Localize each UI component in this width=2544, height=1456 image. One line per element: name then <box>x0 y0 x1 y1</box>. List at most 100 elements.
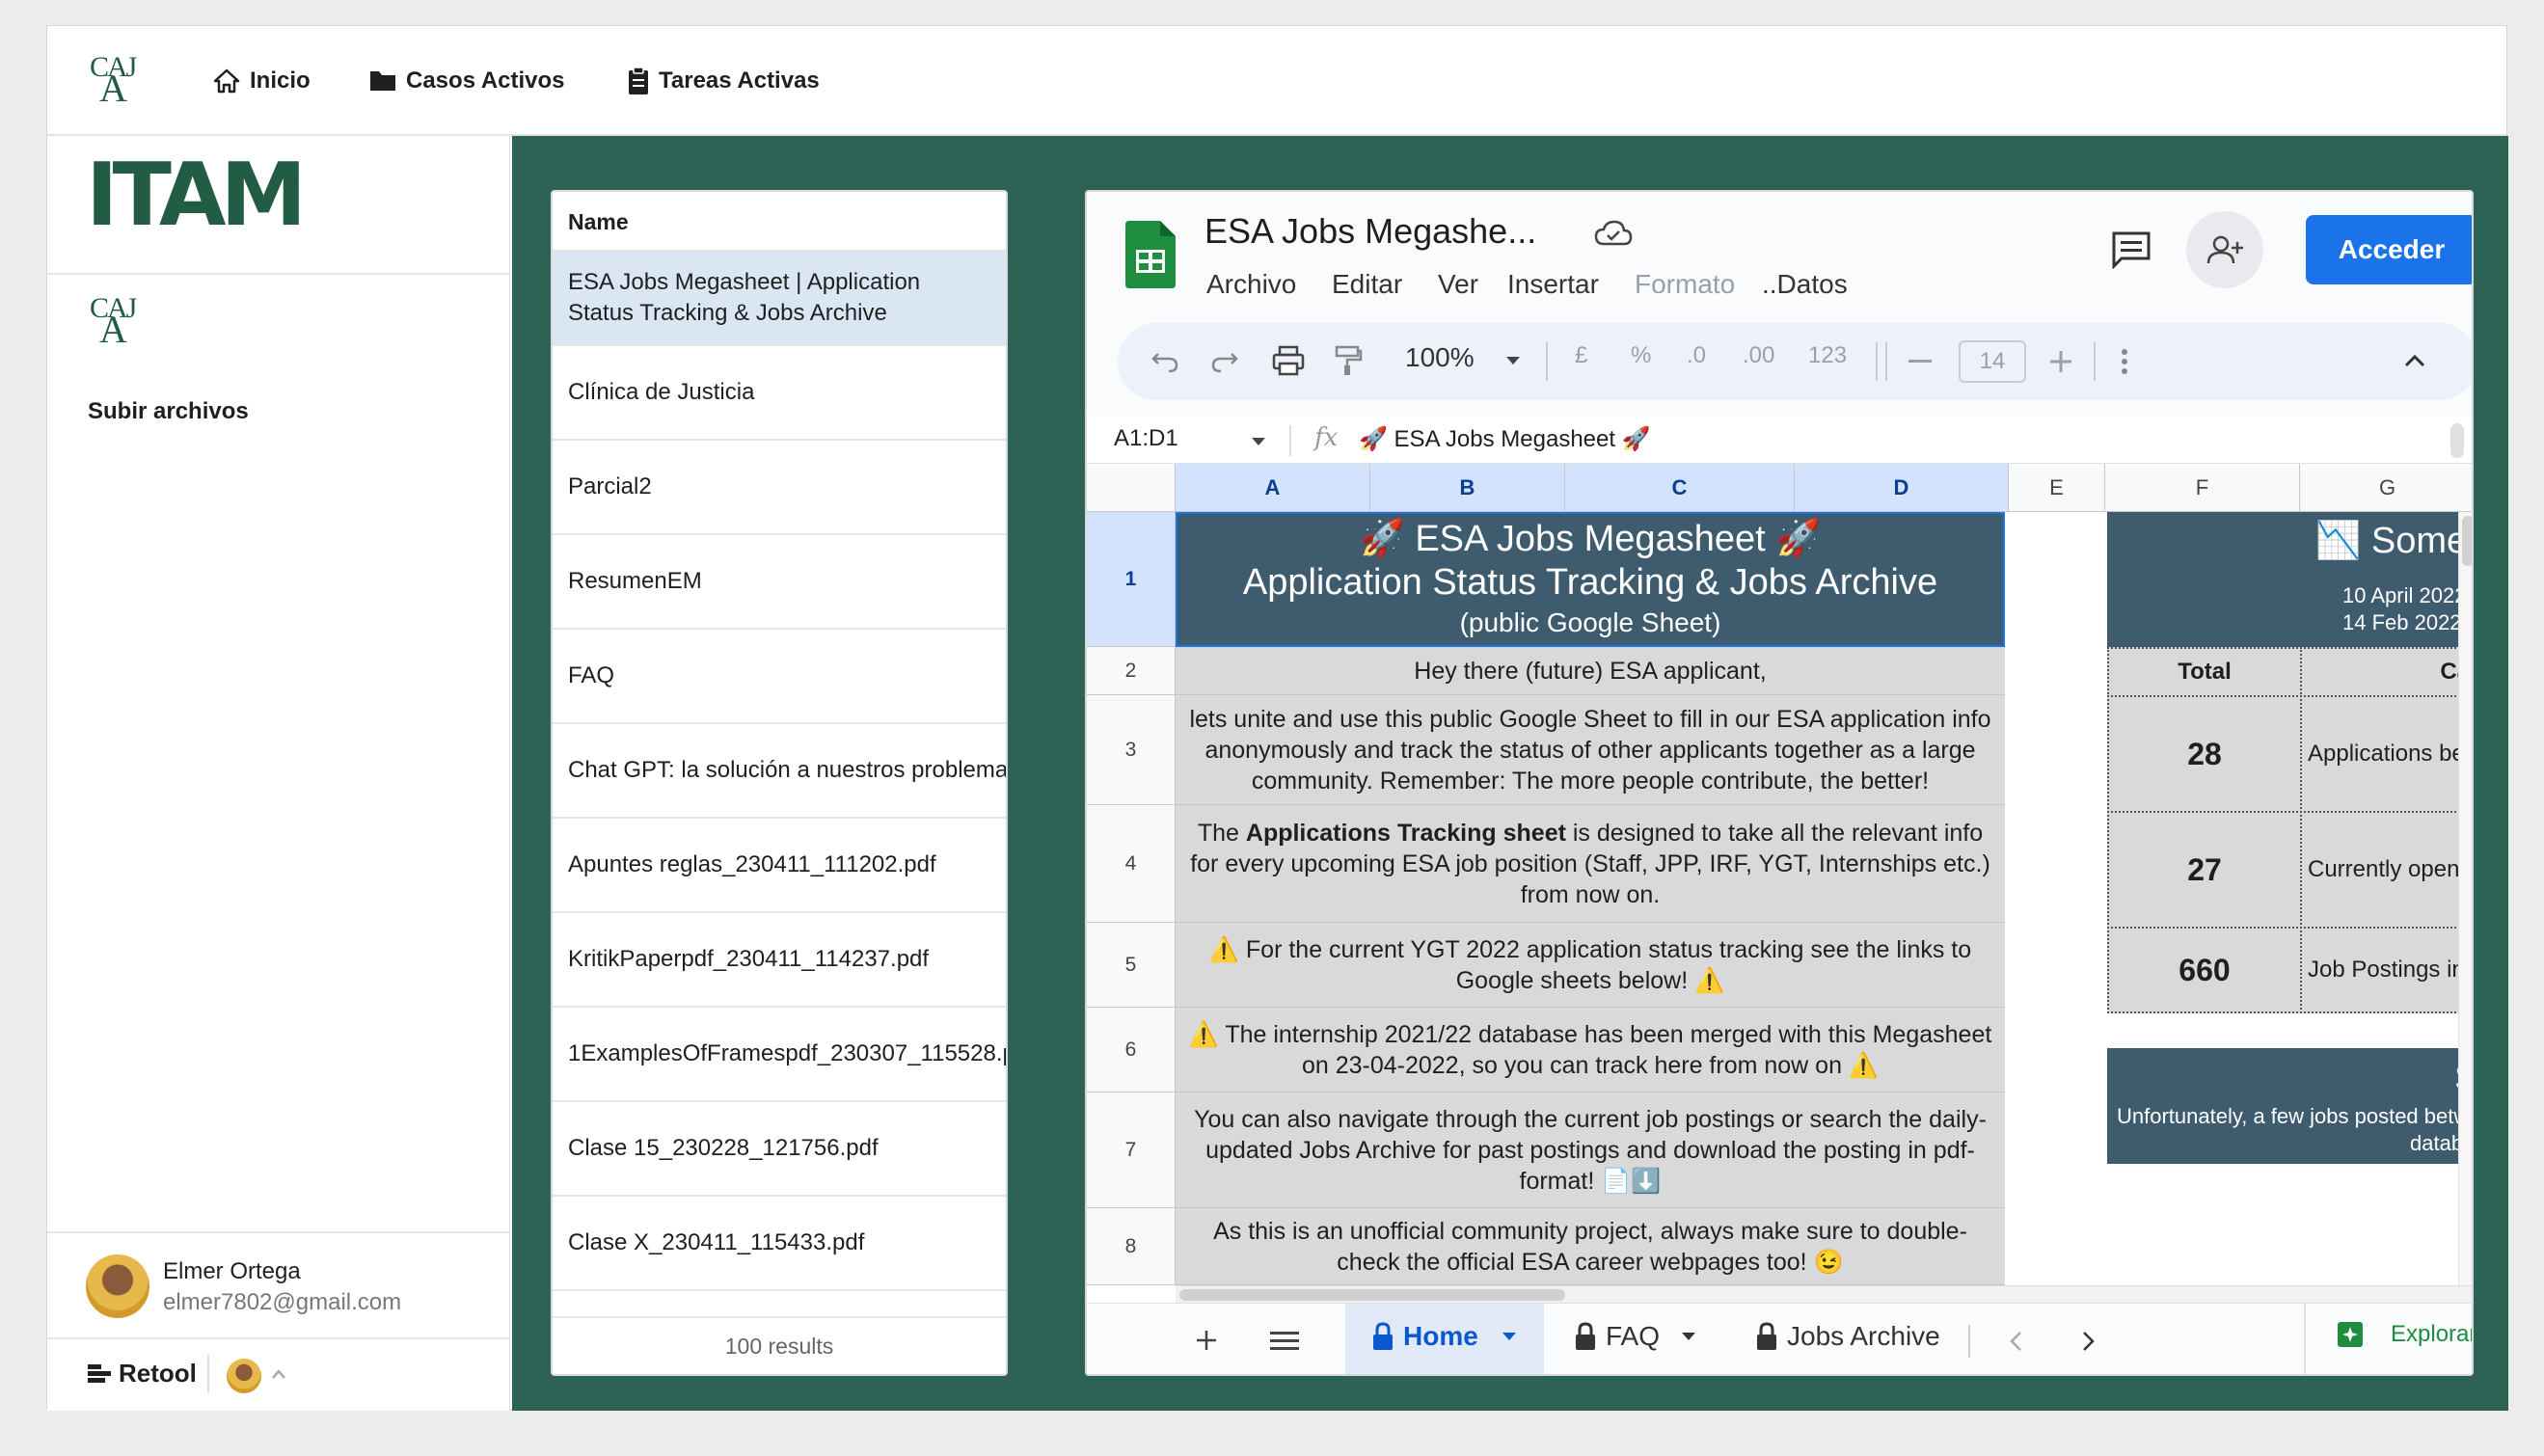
stat-value[interactable]: 27 <box>2107 811 2302 929</box>
chevron-down-icon[interactable] <box>1251 437 1266 446</box>
row-header[interactable]: 1 <box>1087 512 1176 647</box>
column-header[interactable]: E <box>2009 464 2105 512</box>
list-item[interactable]: FAQ <box>553 630 1006 724</box>
horizontal-scrollbar[interactable] <box>1176 1285 2472 1303</box>
column-header[interactable]: C <box>1565 464 1795 512</box>
chevron-right-icon[interactable] <box>2082 1331 2096 1352</box>
itam-logo[interactable]: ITAM <box>86 152 307 239</box>
notice-box[interactable]: So Unfortunately, a few jobs posted betw… <box>2107 1048 2472 1164</box>
cell-a3[interactable]: lets unite and use this public Google Sh… <box>1176 695 2005 805</box>
comment-icon[interactable] <box>2111 230 2152 269</box>
percent-format-button[interactable]: % <box>1631 342 1651 369</box>
plus-icon[interactable] <box>2049 350 2072 373</box>
sheet-title[interactable]: ESA Jobs Megashe... <box>1204 211 1536 252</box>
tab-faq[interactable]: FAQ <box>1575 1321 1696 1352</box>
retool-button[interactable]: Retool <box>88 1359 197 1389</box>
tab-home[interactable]: Home <box>1372 1321 1517 1352</box>
column-header[interactable]: D <box>1795 464 2009 512</box>
vertical-scrollbar[interactable] <box>2458 512 2472 1285</box>
paint-format-icon[interactable] <box>1334 344 1363 377</box>
row-header[interactable]: 5 <box>1087 923 1176 1008</box>
menu-editar[interactable]: Editar <box>1332 269 1402 300</box>
menu-datos[interactable]: ..Datos <box>1762 269 1848 300</box>
column-header[interactable]: B <box>1370 464 1565 512</box>
explore-button[interactable]: Explorar <box>2337 1321 2472 1348</box>
cell-a6[interactable]: ⚠️ The internship 2021/22 database has b… <box>1176 1008 2005 1092</box>
avatar-small[interactable] <box>227 1359 261 1393</box>
title-cell[interactable]: 🚀 ESA Jobs Megasheet 🚀 Application Statu… <box>1176 512 2005 647</box>
caj-logo[interactable]: CAJ A <box>90 53 137 108</box>
redo-icon[interactable] <box>1210 348 1239 373</box>
chevron-up-icon[interactable] <box>271 1368 286 1380</box>
stat-value[interactable]: 28 <box>2107 695 2302 813</box>
list-item[interactable]: 1ExamplesOfFramespdf_230307_115528.pdf <box>553 1008 1006 1102</box>
cell-a8[interactable]: As this is an unofficial community proje… <box>1176 1208 2005 1285</box>
upload-files-link[interactable]: Subir archivos <box>88 398 249 425</box>
stat-value[interactable]: 660 <box>2107 927 2302 1013</box>
zoom-select[interactable]: 100% <box>1405 342 1475 373</box>
file-list-header[interactable]: Name <box>553 192 1006 252</box>
increase-decimals-button[interactable]: .00 <box>1743 342 1774 369</box>
row-header[interactable]: 2 <box>1087 647 1176 695</box>
add-sheet-icon[interactable] <box>1195 1329 1218 1352</box>
currency-format-button[interactable]: £ <box>1575 342 1587 369</box>
stat-label[interactable]: Applications bein <box>2300 695 2472 813</box>
font-size-input[interactable]: 14 <box>1959 340 2026 383</box>
name-box[interactable]: A1:D1 <box>1114 425 1178 452</box>
cell-a2[interactable]: Hey there (future) ESA applicant, <box>1176 647 2005 695</box>
chevron-up-icon[interactable] <box>2404 354 2425 367</box>
list-item[interactable]: Chat GPT: la solución a nuestros problem… <box>553 724 1006 819</box>
menu-formato[interactable]: Formato <box>1635 269 1735 300</box>
decrease-decimals-button[interactable]: .0 <box>1687 342 1706 369</box>
stats-header[interactable]: 📉 Some s 10 April 2022 - 14 Feb 2022 - <box>2107 512 2472 647</box>
undo-icon[interactable] <box>1150 348 1179 373</box>
list-item[interactable]: Apuntes reglas_230411_111202.pdf <box>553 819 1006 913</box>
nav-casos-activos[interactable]: Casos Activos <box>369 65 565 97</box>
scrollbar-thumb[interactable] <box>2462 516 2472 566</box>
menu-insertar[interactable]: Insertar <box>1507 269 1599 300</box>
row-header[interactable]: 6 <box>1087 1008 1176 1092</box>
select-all-corner[interactable] <box>1087 464 1176 512</box>
top-navigation: CAJ A Inicio Casos Activos Tareas Activa… <box>47 26 2506 136</box>
list-item[interactable]: KritikPaperpdf_230411_114237.pdf <box>553 913 1006 1008</box>
list-item[interactable]: ESA Jobs Megasheet | Application Status … <box>553 252 1006 346</box>
spreadsheet-grid[interactable]: A B C D E F G 1 2 3 4 5 6 7 8 🚀 ESA Jobs… <box>1087 464 2472 1303</box>
cell-a4[interactable]: The Applications Tracking sheet is desig… <box>1176 805 2005 923</box>
scrollbar-thumb[interactable] <box>1179 1289 1565 1301</box>
formula-input[interactable]: 🚀 ESA Jobs Megasheet 🚀 <box>1359 425 1651 453</box>
tab-jobs-archive[interactable]: Jobs Archive <box>1756 1321 1940 1352</box>
list-item[interactable]: Clase X_230411_115433.pdf <box>553 1197 1006 1291</box>
minus-icon[interactable] <box>1908 360 1932 364</box>
chevron-left-icon[interactable] <box>2009 1331 2022 1352</box>
menu-ver[interactable]: Ver <box>1438 269 1478 300</box>
sign-in-button[interactable]: Acceder <box>2306 215 2472 284</box>
row-header[interactable]: 8 <box>1087 1208 1176 1285</box>
row-header[interactable]: 4 <box>1087 805 1176 923</box>
row-header[interactable]: 3 <box>1087 695 1176 805</box>
chevron-down-icon[interactable] <box>1505 356 1521 365</box>
number-format-button[interactable]: 123 <box>1808 342 1847 369</box>
list-item[interactable]: Parcial2 <box>553 441 1006 535</box>
list-item[interactable]: Clínica de Justicia <box>553 346 1006 441</box>
nav-tareas-activas[interactable]: Tareas Activas <box>628 65 820 97</box>
column-header[interactable]: A <box>1176 464 1370 512</box>
column-header[interactable]: G <box>2300 464 2472 512</box>
print-icon[interactable] <box>1272 344 1305 377</box>
stats-col-category[interactable]: Ca <box>2300 647 2472 697</box>
scrollbar[interactable] <box>2450 423 2464 458</box>
cell-a7[interactable]: You can also navigate through the curren… <box>1176 1092 2005 1208</box>
stats-col-total[interactable]: Total <box>2107 647 2302 697</box>
stat-label[interactable]: Currently open J <box>2300 811 2472 929</box>
more-vert-icon[interactable] <box>2121 348 2128 375</box>
list-item[interactable]: Clase 15_230228_121756.pdf <box>553 1102 1006 1197</box>
user-profile[interactable]: Elmer Ortega elmer7802@gmail.com <box>47 1231 509 1337</box>
list-item[interactable]: ResumenEM <box>553 535 1006 630</box>
all-sheets-icon[interactable] <box>1270 1331 1299 1352</box>
column-header[interactable]: F <box>2105 464 2300 512</box>
nav-inicio[interactable]: Inicio <box>213 65 311 97</box>
cell-a5[interactable]: ⚠️ For the current YGT 2022 application … <box>1176 923 2005 1008</box>
share-button[interactable] <box>2186 211 2263 288</box>
row-header[interactable]: 7 <box>1087 1092 1176 1208</box>
menu-archivo[interactable]: Archivo <box>1206 269 1296 300</box>
stat-label[interactable]: Job Postings in t <box>2300 927 2472 1013</box>
